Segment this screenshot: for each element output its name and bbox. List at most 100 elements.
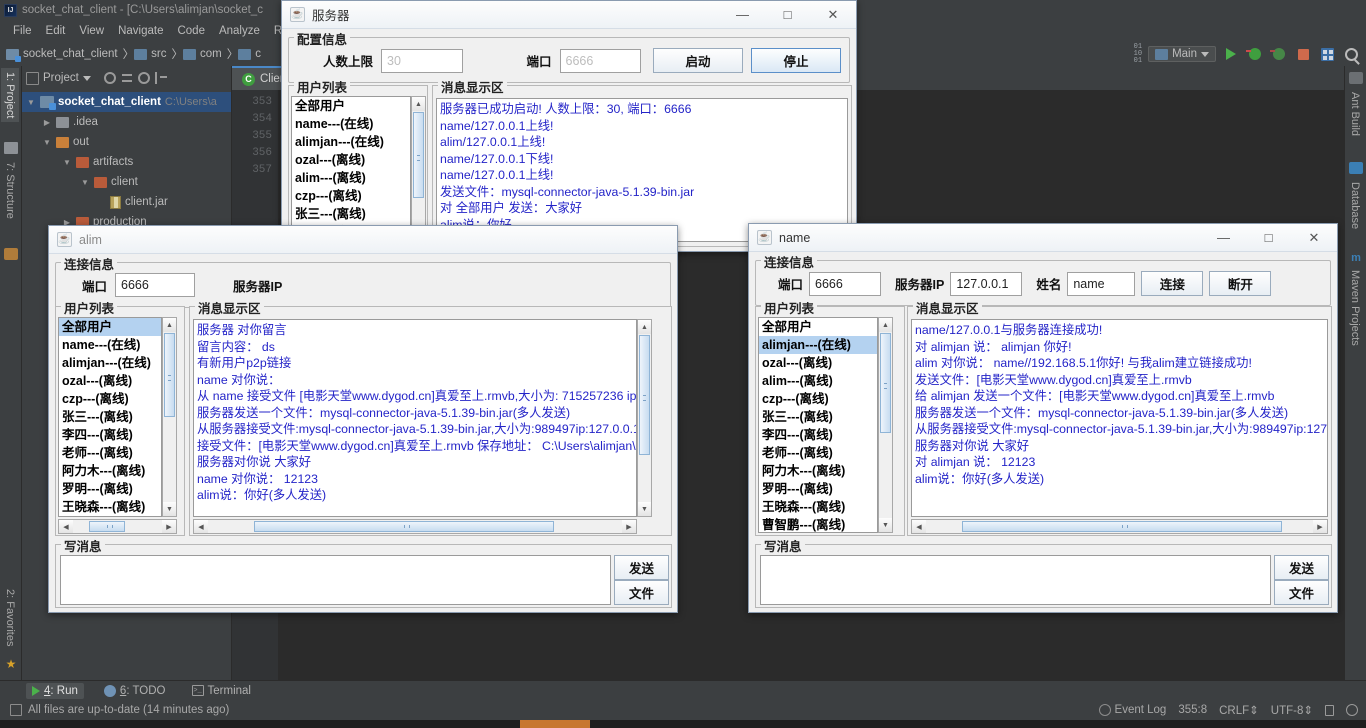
search-everywhere-button[interactable] — [1342, 45, 1360, 63]
scrollbar-thumb[interactable] — [639, 335, 650, 455]
name-user-list[interactable]: 全部用户 alimjan---(在线) ozal---(离线) alim---(… — [758, 317, 878, 533]
breadcrumb-com[interactable]: com — [182, 48, 227, 60]
encoding-selector[interactable]: UTF-8⇕ — [1271, 703, 1313, 717]
menu-navigate[interactable]: Navigate — [111, 23, 170, 39]
scroll-up-icon[interactable]: ▲ — [879, 318, 892, 332]
minimize-button[interactable]: — — [720, 1, 765, 28]
close-button[interactable]: ✕ — [810, 1, 856, 28]
scroll-left-icon[interactable]: ◀ — [912, 520, 926, 533]
scroll-down-icon[interactable]: ▼ — [879, 518, 892, 532]
list-item[interactable]: name---(在线) — [292, 115, 410, 133]
list-item[interactable]: 老师---(离线) — [59, 444, 161, 462]
list-item[interactable]: 全部用户 — [292, 97, 410, 115]
sidebar-item-ant-build[interactable]: Ant Build — [1346, 88, 1364, 140]
chevron-down-icon[interactable]: ▼ — [62, 158, 72, 167]
list-item[interactable]: 张三---(离线) — [59, 408, 161, 426]
tool-tab-todo[interactable]: 6: TODO — [98, 683, 172, 699]
list-item[interactable]: 张三---(离线) — [759, 408, 877, 426]
alim-message-hscrollbar[interactable]: ◀ ▶ — [193, 519, 637, 534]
list-item[interactable]: 王晓森---(离线) — [59, 498, 161, 516]
list-item[interactable]: 阿力木---(离线) — [759, 462, 877, 480]
name-client-window[interactable]: name — □ ✕ 连接信息 端口 6666 服务器IP 127.0.0.1 … — [748, 223, 1338, 613]
hide-panel-icon[interactable] — [154, 72, 167, 84]
alim-message-display[interactable]: 服务器 对你留言 留言内容： ds 有新用户p2p链接 name 对你说： 从 … — [193, 319, 637, 517]
project-view-chevron-down-icon[interactable] — [82, 75, 91, 81]
server-window-titlebar[interactable]: 服务器 — □ ✕ — [282, 1, 856, 29]
scroll-up-icon[interactable]: ▲ — [412, 97, 425, 111]
scroll-down-icon[interactable]: ▼ — [163, 502, 176, 516]
list-item[interactable]: 老师---(离线) — [759, 444, 877, 462]
start-server-button[interactable]: 启动 — [653, 48, 743, 73]
alim-message-input[interactable] — [60, 555, 611, 605]
database-button[interactable] — [1318, 45, 1336, 63]
list-item[interactable]: 罗明---(离线) — [59, 480, 161, 498]
maximize-button[interactable]: □ — [1246, 224, 1291, 251]
chevron-right-icon[interactable]: ▶ — [42, 118, 52, 127]
scroll-right-icon[interactable]: ▶ — [622, 520, 636, 533]
run-configuration-selector[interactable]: Main — [1148, 46, 1216, 62]
lock-icon[interactable] — [1325, 704, 1334, 716]
caret-position[interactable]: 355:8 — [1178, 704, 1207, 716]
menu-code[interactable]: Code — [170, 23, 212, 39]
scroll-right-icon[interactable]: ▶ — [162, 520, 176, 533]
tree-node-socket-chat-client[interactable]: ▼ socket_chat_client C:\Users\a — [22, 92, 231, 112]
tree-node-artifacts[interactable]: ▼ artifacts — [22, 152, 231, 172]
alim-window-titlebar[interactable]: alim — [49, 226, 677, 254]
breadcrumb-project[interactable]: socket_chat_client — [6, 48, 123, 62]
name-file-button[interactable]: 文件 — [1274, 580, 1329, 605]
run-button[interactable] — [1222, 45, 1240, 63]
menu-edit[interactable]: Edit — [39, 23, 73, 39]
list-item[interactable]: alimjan---(在线) — [759, 336, 877, 354]
event-log-button[interactable]: Event Log — [1098, 704, 1166, 716]
tree-node-idea[interactable]: ▶ .idea — [22, 112, 231, 132]
list-item[interactable]: alimjan---(在线) — [59, 354, 161, 372]
scroll-left-icon[interactable]: ◀ — [59, 520, 73, 533]
server-user-list-scrollbar[interactable]: ▲ ▼ — [411, 96, 426, 244]
debug-button[interactable] — [1246, 45, 1264, 63]
name-message-hscrollbar[interactable]: ◀ ▶ — [911, 519, 1328, 534]
list-item[interactable]: 李四---(离线) — [759, 426, 877, 444]
line-separator-selector[interactable]: CRLF⇕ — [1219, 703, 1259, 717]
breadcrumb-c[interactable]: c — [238, 48, 266, 60]
scrollbar-thumb[interactable] — [880, 333, 891, 433]
sidebar-item-favorites[interactable]: 2: Favorites — [1, 585, 19, 650]
maximize-button[interactable]: □ — [765, 1, 810, 28]
name-window-titlebar[interactable]: name — □ ✕ — [749, 224, 1337, 252]
list-item[interactable]: alimjan---(在线) — [292, 133, 410, 151]
close-button[interactable]: ✕ — [1291, 224, 1337, 251]
project-tree[interactable]: ▼ socket_chat_client C:\Users\a ▶ .idea … — [22, 90, 231, 232]
scrollbar-thumb[interactable] — [254, 521, 554, 532]
stop-button[interactable] — [1294, 45, 1312, 63]
alim-user-list-hscrollbar[interactable]: ◀ ▶ — [58, 519, 177, 534]
list-item[interactable]: 全部用户 — [759, 318, 877, 336]
connect-button[interactable]: 连接 — [1141, 271, 1204, 296]
max-users-input[interactable]: 30 — [381, 48, 463, 73]
list-item[interactable]: ozal---(离线) — [759, 354, 877, 372]
scrollbar-thumb[interactable] — [89, 521, 125, 532]
alim-file-button[interactable]: 文件 — [614, 580, 669, 605]
collapse-all-icon[interactable] — [121, 72, 133, 84]
chevron-down-icon[interactable]: ▼ — [26, 98, 36, 107]
tree-node-out[interactable]: ▼ out — [22, 132, 231, 152]
scroll-left-icon[interactable]: ◀ — [194, 520, 208, 533]
list-item[interactable]: 张三---(离线) — [292, 205, 410, 223]
alim-port-input[interactable]: 6666 — [115, 273, 196, 297]
server-user-list[interactable]: 全部用户 name---(在线) alimjan---(在线) ozal---(… — [291, 96, 411, 244]
list-item[interactable]: 罗明---(离线) — [759, 480, 877, 498]
list-item[interactable]: czp---(离线) — [59, 390, 161, 408]
name-message-input[interactable] — [760, 555, 1271, 605]
scrollbar-thumb[interactable] — [962, 521, 1282, 532]
chevron-down-icon[interactable]: ▼ — [80, 178, 90, 187]
name-message-display[interactable]: name/127.0.0.1与服务器连接成功! 对 alimjan 说： ali… — [911, 319, 1328, 517]
name-send-button[interactable]: 发送 — [1274, 555, 1329, 580]
menu-view[interactable]: View — [72, 23, 111, 39]
power-save-icon[interactable] — [1346, 704, 1358, 716]
sidebar-item-maven-projects[interactable]: Maven Projects — [1346, 266, 1364, 350]
tree-node-client-jar[interactable]: client.jar — [22, 192, 231, 212]
list-item[interactable]: 王晓森---(离线) — [759, 498, 877, 516]
scroll-down-icon[interactable]: ▼ — [638, 502, 651, 516]
list-item[interactable]: ozal---(离线) — [59, 372, 161, 390]
scroll-up-icon[interactable]: ▲ — [638, 320, 651, 334]
name-user-list-vscrollbar[interactable]: ▲ ▼ — [878, 317, 893, 533]
disconnect-button[interactable]: 断开 — [1209, 271, 1272, 296]
